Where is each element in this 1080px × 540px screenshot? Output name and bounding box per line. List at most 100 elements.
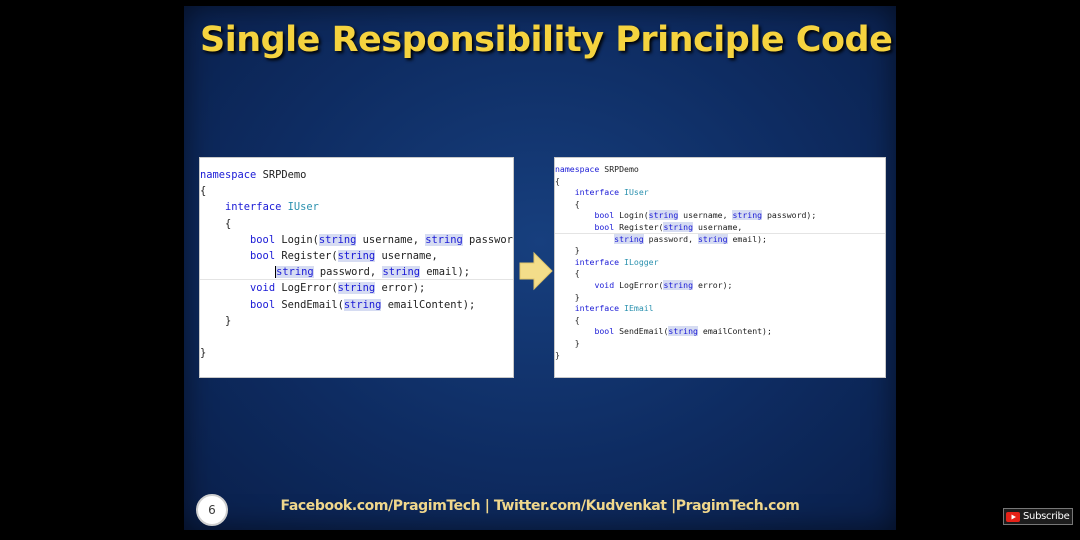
code-text-token: SRPDemo [599,164,639,174]
code-text-token: error); [375,282,426,295]
code-text-token: password); [762,210,817,221]
code-keyword-token: string [382,266,420,279]
code-text-token: username, [693,221,743,232]
code-keyword-token: bool [250,249,276,262]
code-line: interface ILogger [555,257,885,269]
code-text-token: Register( [614,221,664,232]
code-line: bool Login(string username, string passw… [200,232,513,248]
code-keyword-token: void [250,282,276,295]
code-type-token: IUser [287,201,319,214]
code-keyword-token: string [648,210,679,221]
code-text-token: } [555,245,580,256]
code-line: interface IUser [555,187,885,199]
code-keyword-token: string [732,210,763,221]
code-line: } [555,245,885,257]
code-line: { [200,183,513,199]
code-line: bool SendEmail(string emailContent); [200,297,513,313]
code-text-token: Register( [275,249,338,262]
code-keyword-token: string [697,233,728,244]
code-line: } [555,338,885,350]
code-text-token: SendEmail( [275,298,344,311]
right-arrow-icon [519,251,553,291]
code-line: string password, string email); [200,264,513,281]
code-keyword-token: bool [250,298,276,311]
code-text-token: SendEmail( [614,326,669,337]
code-text-token: emailContent); [697,326,772,337]
code-keyword-token: interface [574,187,620,198]
code-line: } [200,313,513,329]
code-line: interface IUser [200,199,513,215]
code-keyword-token: string [275,266,314,279]
code-text-token: { [555,175,560,186]
code-text-token: username, [375,249,438,262]
code-text-token: password, [643,233,698,244]
code-text-token: emailContent); [381,298,476,311]
code-line: { [555,199,885,211]
code-text-token: { [200,217,232,230]
subscribe-label: Subscribe [1023,511,1070,522]
code-keyword-token: string [663,279,694,290]
code-keyword-token: string [663,221,694,232]
code-text-token: username, [356,233,426,246]
code-line: { [555,176,885,188]
code-keyword-token: void [594,279,615,290]
code-text-token: } [555,349,560,360]
code-text-token: password, [313,266,383,279]
slide-footer-links: Facebook.com/PragimTech | Twitter.com/Ku… [280,498,800,514]
code-line: void LogError(string error); [555,279,885,292]
right-arrow-shape [519,251,553,291]
code-keyword-token: string [337,249,376,262]
code-text-token: { [555,198,580,209]
code-type-token: IEmail [624,303,654,314]
code-keyword-token: interface [574,256,620,267]
code-keyword-token: bool [250,233,276,246]
code-keyword-token: bool [594,221,615,232]
youtube-play-icon [1006,511,1020,522]
code-text-token: } [555,291,580,302]
code-line: string password, string email); [555,233,885,246]
code-keyword-token: namespace [555,164,600,174]
code-keyword-token: bool [594,326,615,337]
code-line: bool Register(string username, [200,248,513,264]
code-line: bool SendEmail(string emailContent); [555,326,885,338]
code-line: { [555,268,885,280]
code-text-token: { [555,314,580,325]
code-line: { [200,216,513,232]
code-keyword-token: interface [225,201,282,214]
code-line: bool Login(string username, string passw… [555,210,885,222]
code-text-token: LogError( [275,282,338,295]
code-text-token: { [555,268,580,279]
code-text-token: } [200,347,207,360]
code-text-token: { [200,185,207,198]
code-text-token: email); [420,266,471,279]
code-keyword-token: string [425,233,463,246]
slide-title: Single Responsibility Principle Code [200,20,893,60]
code-text-token: Login( [614,210,649,221]
code-text-token: } [200,314,232,327]
code-line: } [555,292,885,304]
code-text-token: error); [693,279,733,290]
code-keyword-token: interface [574,303,620,314]
code-line: interface IEmail [555,303,885,315]
code-text-token: Login( [275,233,319,246]
code-type-token: IUser [624,187,649,198]
code-panel-before: namespace SRPDemo { interface IUser { boo… [199,157,514,378]
code-panel-after: namespace SRPDemo { interface IUser { boo… [554,157,886,378]
code-text-token: password); [469,233,513,246]
subscribe-button[interactable]: Subscribe [1003,508,1074,525]
code-keyword-token: namespace [200,169,257,181]
code-keyword-token: string [614,233,644,244]
